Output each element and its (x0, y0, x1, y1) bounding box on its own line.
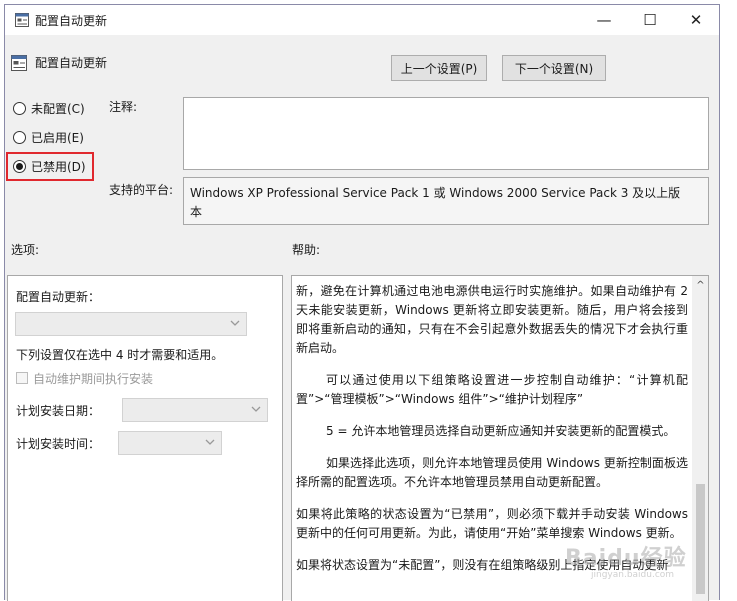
help-label: 帮助: (292, 243, 321, 257)
supported-platform-label: 支持的平台: (109, 183, 174, 197)
minimize-button[interactable]: — (581, 5, 627, 35)
help-paragraph: 如果选择此选项，则允许本地管理员使用 Windows 更新控制面板选择所需的配置… (296, 456, 688, 489)
options-note: 下列设置仅在选中 4 时才需要和适用。 (16, 348, 224, 362)
radio-enabled[interactable]: 已启用(E) (13, 127, 84, 147)
help-paragraph: 5 = 允许本地管理员选择自动更新应通知并安装更新的配置模式。 (326, 424, 676, 438)
supported-platform-field: Windows XP Professional Service Pack 1 或… (183, 177, 709, 225)
schedule-day-label: 计划安装日期： (16, 404, 101, 418)
scrollbar-thumb[interactable] (696, 484, 705, 594)
help-paragraph: 如果将此策略的状态设置为“已禁用”，则必须下载并手动安装 Windows 更新中… (296, 507, 688, 540)
chevron-down-icon (251, 406, 261, 412)
options-label: 选项: (11, 243, 40, 257)
help-paragraph: 可以通过使用以下组策略设置进一步控制自动维护：“计算机配置”>“管理模板”>“W… (296, 373, 688, 406)
policy-dialog: 配置自动更新 — ☐ ✕ 配置自动更新 上一个设置(P) 下一个设置(N) 未配… (4, 4, 720, 601)
maintenance-install-checkbox-row[interactable]: 自动维护期间执行安装 (16, 368, 153, 388)
schedule-day-dropdown[interactable] (122, 398, 268, 422)
policy-title: 配置自动更新 (35, 56, 108, 70)
maintenance-checkbox[interactable] (16, 372, 28, 384)
policy-setting-icon (11, 55, 27, 71)
next-setting-button[interactable]: 下一个设置(N) (502, 55, 606, 81)
previous-setting-button[interactable]: 上一个设置(P) (391, 55, 487, 81)
comment-label: 注释: (109, 100, 138, 114)
close-icon: ✕ (689, 11, 703, 29)
help-scrollbar[interactable]: ^ (692, 276, 708, 601)
radio-button[interactable] (13, 101, 26, 115)
maximize-button[interactable]: ☐ (627, 5, 673, 35)
configure-updates-dropdown[interactable] (15, 312, 247, 336)
watermark-url: jingyan.baidu.com (591, 570, 675, 580)
comment-textarea[interactable] (183, 97, 709, 170)
options-panel: 配置自动更新： 下列设置仅在选中 4 时才需要和适用。 自动维护期间执行安装 计… (7, 275, 283, 601)
schedule-time-label: 计划安装时间： (16, 437, 101, 451)
platform-text-line1: Windows XP Professional Service Pack 1 或… (190, 186, 681, 200)
scroll-up-icon[interactable]: ^ (694, 280, 707, 292)
schedule-time-dropdown[interactable] (118, 431, 222, 455)
chevron-down-icon (205, 439, 215, 445)
radio-label: 未配置(C) (31, 101, 85, 116)
maximize-icon: ☐ (643, 11, 657, 29)
watermark-logo: Baidu经验 (565, 546, 687, 571)
annotation-highlight-box (6, 152, 94, 181)
close-button[interactable]: ✕ (673, 5, 719, 35)
window-title: 配置自动更新 (35, 14, 108, 28)
radio-not-configured[interactable]: 未配置(C) (13, 98, 85, 118)
radio-button[interactable] (13, 130, 26, 144)
minimize-icon: — (596, 11, 612, 29)
configure-updates-label: 配置自动更新： (16, 290, 101, 304)
radio-label: 已启用(E) (31, 130, 84, 145)
chevron-down-icon (230, 320, 240, 326)
maintenance-checkbox-label: 自动维护期间执行安装 (33, 371, 154, 386)
platform-text-line2: 本 (190, 205, 203, 219)
title-bar: 配置自动更新 — ☐ ✕ (5, 5, 719, 35)
help-paragraph: 新，避免在计算机通过电池电源供电运行时实施维护。如果自动维护有 2 天未能安装更… (296, 284, 688, 355)
policy-settings-icon (15, 13, 29, 27)
